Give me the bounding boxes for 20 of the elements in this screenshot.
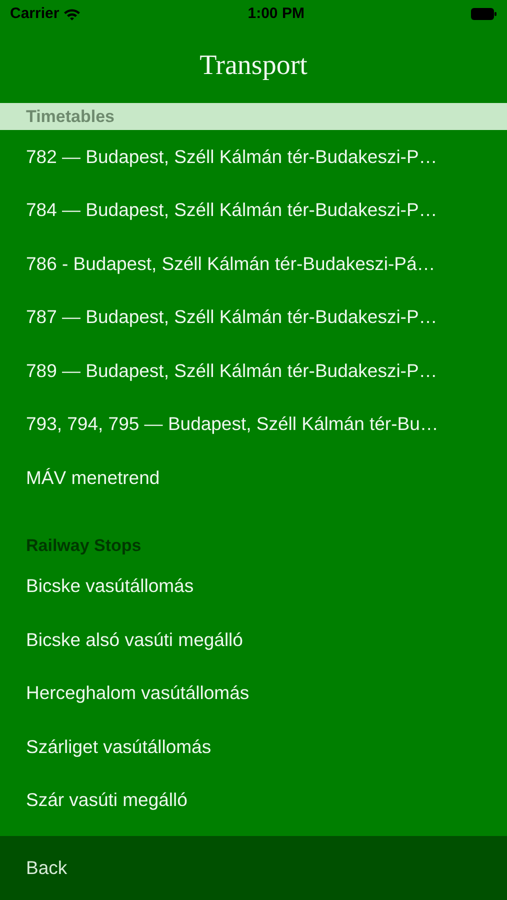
screen-title: Transport — [200, 48, 308, 82]
battery-icon — [471, 8, 497, 20]
back-button[interactable]: Back — [26, 854, 68, 882]
list-item[interactable]: 787 — Budapest, Széll Kálmán tér-Budakeszi-P… — [0, 290, 507, 344]
list-item[interactable]: Herceghalom vasútállomás — [0, 666, 507, 720]
time-label: 1:00 PM — [248, 4, 304, 24]
list-item[interactable]: Szárliget vasútállomás — [0, 720, 507, 774]
list-item[interactable]: Szár vasúti megálló — [0, 774, 507, 827]
list-item[interactable]: 786 - Budapest, Széll Kálmán tér-Budakeszi-Pá… — [0, 237, 507, 290]
list-item[interactable]: Bicske alsó vasúti megálló — [0, 613, 507, 666]
list-item[interactable]: 782 — Budapest, Széll Kálmán tér-Budakeszi-P… — [0, 130, 507, 184]
list-item[interactable]: 784 — Budapest, Széll Kálmán tér-Budakeszi-P… — [0, 184, 507, 237]
section-header: Railway Stops — [25, 535, 142, 558]
list-item[interactable]: 793, 794, 795 — Budapest, Széll Kálmán tér-Bu… — [0, 398, 507, 451]
list-item[interactable]: Bicske vasútállomás — [0, 560, 507, 613]
section-header: Timetables — [0, 103, 507, 130]
wifi-icon — [63, 8, 82, 20]
carrier-label: Carrier — [10, 4, 60, 24]
list-item[interactable]: 789 — Budapest, Széll Kálmán tér-Budakeszi-P… — [0, 344, 507, 398]
list-item[interactable]: MÁV menetrend — [0, 451, 507, 504]
